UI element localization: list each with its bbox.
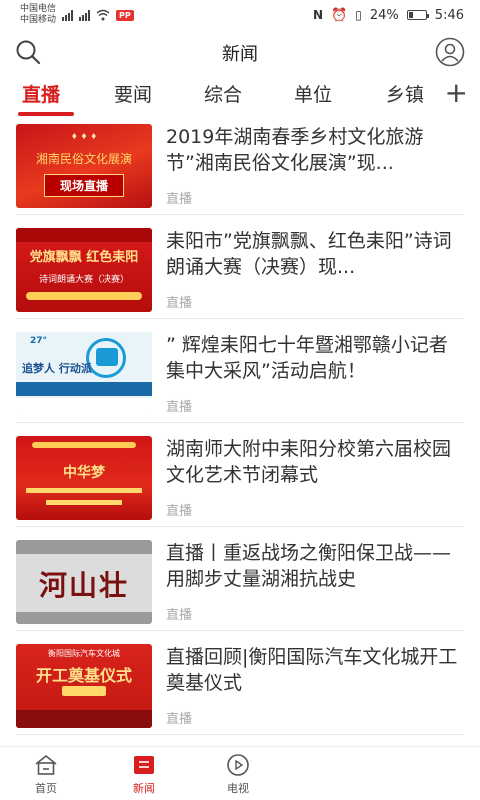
status-left: 中国电信 中国移动 PP: [20, 4, 134, 26]
item-tag: 直播: [166, 608, 193, 623]
thumb-caption: 现场直播: [44, 174, 124, 197]
thumb-subtitle: 诗词朗诵大赛（决赛）: [38, 275, 129, 285]
signal-icon-2: [79, 9, 91, 21]
divider: [16, 318, 464, 319]
status-bar: 中国电信 中国移动 PP N ⏰ ▯ 24% 5:46: [0, 0, 480, 30]
tab-headlines[interactable]: 要闻: [114, 80, 152, 107]
divider: [16, 734, 464, 735]
thumbnail: 党旗飘飘 红色耒阳 诗词朗诵大赛（决赛）: [16, 228, 152, 312]
thumb-caption: 开工奠基仪式: [35, 666, 132, 685]
bottom-nav: 首页 新闻 电视: [0, 746, 480, 800]
item-title[interactable]: ” 辉煌耒阳七十年暨湘鄂赣小记者集中大采风”活动启航！: [166, 332, 466, 384]
profile-button[interactable]: [434, 36, 466, 68]
tab-general[interactable]: 综合: [204, 80, 242, 107]
thumbnail: 河山壮: [16, 540, 152, 624]
carrier-2: 中国移动: [20, 15, 57, 25]
nav-home-label: 首页: [35, 782, 57, 795]
item-title[interactable]: 2019年湖南春季乡村文化旅游节”湘南民俗文化展演”现...: [166, 124, 466, 176]
nav-news[interactable]: 新闻: [114, 753, 174, 796]
item-title[interactable]: 直播丨重返战场之衡阳保卫战——用脚步丈量湖湘抗战史: [166, 540, 466, 592]
alarm-icon: ⏰: [331, 7, 348, 23]
home-icon: [33, 753, 59, 777]
category-tabs: 直播 要闻 综合 单位 乡镇 +: [0, 76, 480, 116]
tv-icon: [225, 753, 251, 777]
list-item[interactable]: ♦ ♦ ♦ 湘南民俗文化展演 现场直播 2019年湖南春季乡村文化旅游节”湘南民…: [16, 124, 464, 228]
nav-news-label: 新闻: [133, 782, 155, 795]
thumb-caption: 党旗飘飘 红色耒阳: [29, 250, 139, 265]
item-tag: 直播: [166, 504, 193, 519]
page-title: 新闻: [222, 44, 258, 65]
item-title[interactable]: 耒阳市”党旗飘飘、红色耒阳”诗词朗诵大赛（决赛）现...: [166, 228, 466, 280]
divider: [16, 630, 464, 631]
list-item[interactable]: 河山壮 直播丨重返战场之衡阳保卫战——用脚步丈量湖湘抗战史 直播: [16, 540, 464, 644]
divider: [16, 526, 464, 527]
clock: 5:46: [434, 7, 464, 23]
app-header: 新闻: [0, 30, 480, 74]
item-tag: 直播: [166, 192, 193, 207]
wifi-icon: [96, 9, 110, 21]
tab-units[interactable]: 单位: [294, 80, 332, 107]
battery-icon: [406, 10, 429, 20]
item-tag: 直播: [166, 712, 193, 727]
list-item[interactable]: 中华梦 湖南师大附中耒阳分校第六届校园文化艺术节闭幕式 直播: [16, 436, 464, 540]
add-tab-button[interactable]: +: [445, 78, 468, 108]
list-item[interactable]: 党旗飘飘 红色耒阳 诗词朗诵大赛（决赛） 耒阳市”党旗飘飘、红色耒阳”诗词朗诵大…: [16, 228, 464, 332]
nav-tv-label: 电视: [227, 782, 249, 795]
vibrate-icon: ▯: [355, 8, 362, 22]
battery-percent: 24%: [369, 7, 399, 23]
thumbnail: 衡阳国际汽车文化城 开工奠基仪式: [16, 644, 152, 728]
carrier-1: 中国电信: [20, 4, 57, 14]
nav-tv[interactable]: 电视: [208, 753, 268, 796]
status-right: N ⏰ ▯ 24% 5:46: [313, 8, 464, 23]
thumb-subtitle: 衡阳国际汽车文化城: [48, 649, 120, 658]
thumbnail: 27° 追梦人 行动派: [16, 332, 152, 416]
nfc-icon: N: [313, 8, 324, 22]
thumb-caption: 追梦人 行动派: [22, 362, 92, 375]
signal-icon: [62, 9, 74, 21]
user-icon: [435, 37, 465, 67]
item-title[interactable]: 湖南师大附中耒阳分校第六届校园文化艺术节闭幕式: [166, 436, 466, 488]
divider: [16, 422, 464, 423]
divider: [16, 214, 464, 215]
thumb-subtitle: 湘南民俗文化展演: [35, 152, 132, 166]
nav-home[interactable]: 首页: [16, 753, 76, 796]
thumbnail: 中华梦: [16, 436, 152, 520]
tab-live[interactable]: 直播: [22, 80, 60, 107]
tab-towns[interactable]: 乡镇: [386, 80, 424, 107]
carrier-labels: 中国电信 中国移动: [20, 4, 56, 26]
news-list[interactable]: ♦ ♦ ♦ 湘南民俗文化展演 现场直播 2019年湖南春季乡村文化旅游节”湘南民…: [0, 120, 480, 746]
active-tab-indicator: [18, 112, 74, 116]
item-tag: 直播: [166, 400, 193, 415]
list-item[interactable]: 衡阳国际汽车文化城 开工奠基仪式 直播回顾|衡阳国际汽车文化城开工奠基仪式 直播: [16, 644, 464, 746]
item-tag: 直播: [166, 296, 193, 311]
news-icon: [131, 753, 157, 777]
list-item[interactable]: 27° 追梦人 行动派 ” 辉煌耒阳七十年暨湘鄂赣小记者集中大采风”活动启航！ …: [16, 332, 464, 436]
thumb-temp: 27°: [30, 336, 48, 346]
item-title[interactable]: 直播回顾|衡阳国际汽车文化城开工奠基仪式: [166, 644, 466, 696]
thumbnail: ♦ ♦ ♦ 湘南民俗文化展演 现场直播: [16, 124, 152, 208]
app-badge: PP: [116, 9, 134, 21]
thumb-caption: 中华梦: [63, 465, 105, 481]
thumb-caption: 河山壮: [38, 569, 129, 602]
